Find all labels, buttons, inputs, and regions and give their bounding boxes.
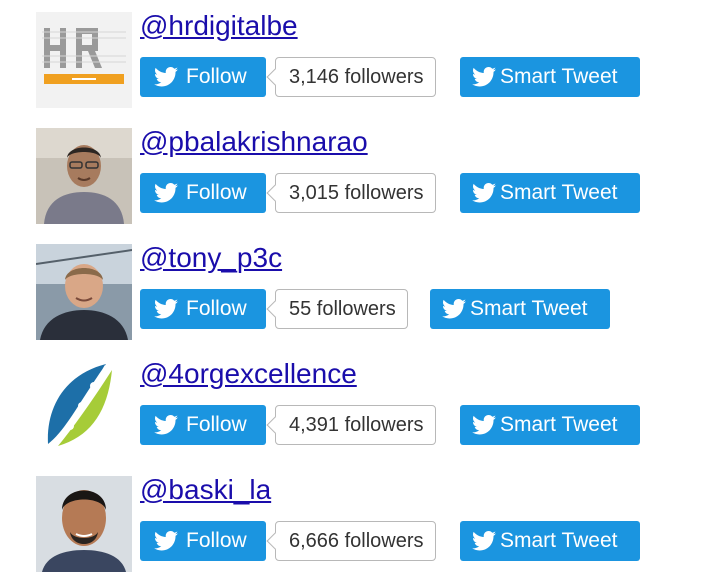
person-photo — [36, 244, 132, 340]
follow-button-label: Follow — [186, 181, 247, 204]
follow-button[interactable]: Follow — [140, 173, 266, 213]
account-row: HR @hrdigitalbe Follow 3,146 followers S… — [0, 10, 720, 112]
smart-tweet-label: Smart Tweet — [500, 413, 618, 436]
smart-tweet-button[interactable]: Smart Tweet — [460, 405, 640, 445]
avatar[interactable] — [36, 476, 132, 572]
followers-count: 3,146 followers — [275, 57, 436, 97]
followers-count: 55 followers — [275, 289, 408, 329]
follow-button-label: Follow — [186, 297, 247, 320]
twitter-bird-icon — [472, 182, 496, 204]
smart-tweet-button[interactable]: Smart Tweet — [460, 173, 640, 213]
twitter-bird-icon — [154, 298, 178, 320]
smart-tweet-button[interactable]: Smart Tweet — [460, 57, 640, 97]
account-row: @baski_la Follow 6,666 followers Smart T… — [0, 474, 720, 576]
twitter-bird-icon — [472, 530, 496, 552]
twitter-bird-icon — [154, 182, 178, 204]
follow-button[interactable]: Follow — [140, 405, 266, 445]
twitter-bird-icon — [154, 66, 178, 88]
smart-tweet-label: Smart Tweet — [500, 65, 618, 88]
followers-count: 3,015 followers — [275, 173, 436, 213]
leaf-logo — [36, 360, 132, 456]
smart-tweet-button[interactable]: Smart Tweet — [430, 289, 610, 329]
hr-logo — [36, 12, 132, 108]
twitter-bird-icon — [154, 530, 178, 552]
person-photo — [36, 128, 132, 224]
smart-tweet-button[interactable]: Smart Tweet — [460, 521, 640, 561]
smart-tweet-label: Smart Tweet — [470, 297, 588, 320]
account-row: @4orgexcellence Follow 4,391 followers S… — [0, 358, 720, 460]
twitter-bird-icon — [154, 414, 178, 436]
avatar[interactable] — [36, 244, 132, 340]
followers-count: 4,391 followers — [275, 405, 436, 445]
follow-button-label: Follow — [186, 529, 247, 552]
account-handle-link[interactable]: @tony_p3c — [140, 240, 282, 276]
follow-button-label: Follow — [186, 413, 247, 436]
followers-count: 6,666 followers — [275, 521, 436, 561]
follow-button[interactable]: Follow — [140, 57, 266, 97]
follow-button[interactable]: Follow — [140, 289, 266, 329]
account-handle-link[interactable]: @baski_la — [140, 472, 271, 508]
account-row: @pbalakrishnarao Follow 3,015 followers … — [0, 126, 720, 228]
account-row: @tony_p3c Follow 55 followers Smart Twee… — [0, 242, 720, 344]
person-photo — [36, 476, 132, 572]
follow-list: HR @hrdigitalbe Follow 3,146 followers S… — [0, 0, 720, 579]
avatar[interactable] — [36, 360, 132, 456]
follow-button-label: Follow — [186, 65, 247, 88]
account-handle-link[interactable]: @4orgexcellence — [140, 356, 357, 392]
account-handle-link[interactable]: @pbalakrishnarao — [140, 124, 368, 160]
twitter-bird-icon — [472, 414, 496, 436]
smart-tweet-label: Smart Tweet — [500, 181, 618, 204]
avatar[interactable]: HR — [36, 12, 132, 108]
avatar[interactable] — [36, 128, 132, 224]
twitter-bird-icon — [442, 298, 466, 320]
follow-button[interactable]: Follow — [140, 521, 266, 561]
account-handle-link[interactable]: @hrdigitalbe — [140, 8, 298, 44]
smart-tweet-label: Smart Tweet — [500, 529, 618, 552]
twitter-bird-icon — [472, 66, 496, 88]
